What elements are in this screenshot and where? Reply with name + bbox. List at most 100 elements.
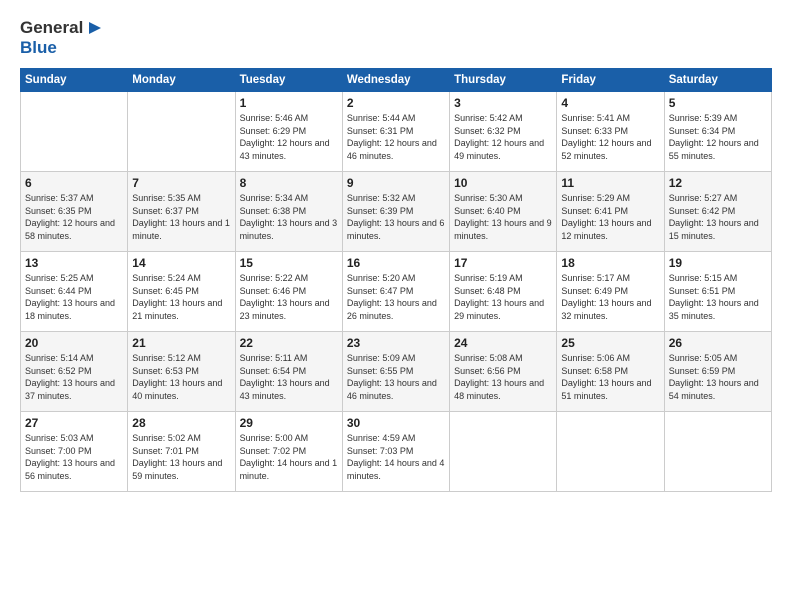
calendar-body: 1Sunrise: 5:46 AMSunset: 6:29 PMDaylight… <box>21 92 772 492</box>
day-info: Sunrise: 5:41 AMSunset: 6:33 PMDaylight:… <box>561 112 659 162</box>
day-info: Sunrise: 5:08 AMSunset: 6:56 PMDaylight:… <box>454 352 552 402</box>
day-info: Sunrise: 5:34 AMSunset: 6:38 PMDaylight:… <box>240 192 338 242</box>
weekday-header-thursday: Thursday <box>450 69 557 92</box>
logo: General Blue <box>20 18 101 58</box>
day-info: Sunrise: 5:17 AMSunset: 6:49 PMDaylight:… <box>561 272 659 322</box>
day-number: 23 <box>347 336 445 350</box>
calendar-cell: 20 Sunrise: 5:14 AMSunset: 6:52 PMDayligh… <box>21 332 128 412</box>
day-number: 24 <box>454 336 552 350</box>
calendar-cell: 3 Sunrise: 5:42 AMSunset: 6:32 PMDaylight… <box>450 92 557 172</box>
day-number: 14 <box>132 256 230 270</box>
day-number: 29 <box>240 416 338 430</box>
day-number: 4 <box>561 96 659 110</box>
day-info: Sunrise: 5:42 AMSunset: 6:32 PMDaylight:… <box>454 112 552 162</box>
day-number: 18 <box>561 256 659 270</box>
day-info: Sunrise: 5:39 AMSunset: 6:34 PMDaylight:… <box>669 112 767 162</box>
day-number: 12 <box>669 176 767 190</box>
header: General Blue <box>20 18 772 58</box>
calendar-cell: 21Sunrise: 5:12 AMSunset: 6:53 PMDayligh… <box>128 332 235 412</box>
calendar-header: SundayMondayTuesdayWednesdayThursdayFrid… <box>21 69 772 92</box>
calendar-cell: 10 Sunrise: 5:30 AMSunset: 6:40 PMDayligh… <box>450 172 557 252</box>
calendar-cell: 9 Sunrise: 5:32 AMSunset: 6:39 PMDaylight… <box>342 172 449 252</box>
weekday-header-wednesday: Wednesday <box>342 69 449 92</box>
day-info: Sunrise: 5:14 AMSunset: 6:52 PMDaylight:… <box>25 352 123 402</box>
calendar-week-5: 27Sunrise: 5:03 AMSunset: 7:00 PMDayligh… <box>21 412 772 492</box>
day-number: 1 <box>240 96 338 110</box>
day-number: 25 <box>561 336 659 350</box>
day-info: Sunrise: 5:06 AMSunset: 6:58 PMDaylight:… <box>561 352 659 402</box>
weekday-header-sunday: Sunday <box>21 69 128 92</box>
day-info: Sunrise: 5:20 AMSunset: 6:47 PMDaylight:… <box>347 272 445 322</box>
calendar-week-4: 20 Sunrise: 5:14 AMSunset: 6:52 PMDayligh… <box>21 332 772 412</box>
day-info: Sunrise: 5:22 AMSunset: 6:46 PMDaylight:… <box>240 272 338 322</box>
logo-triangle-icon <box>85 20 101 36</box>
day-info: Sunrise: 5:02 AMSunset: 7:01 PMDaylight:… <box>132 432 230 482</box>
day-info: Sunrise: 5:09 AMSunset: 6:55 PMDaylight:… <box>347 352 445 402</box>
day-number: 5 <box>669 96 767 110</box>
day-number: 15 <box>240 256 338 270</box>
day-number: 7 <box>132 176 230 190</box>
day-number: 21 <box>132 336 230 350</box>
page: General Blue SundayMondayTuesdayWednesda… <box>0 0 792 612</box>
day-info: Sunrise: 5:19 AMSunset: 6:48 PMDaylight:… <box>454 272 552 322</box>
day-info: Sunrise: 5:05 AMSunset: 6:59 PMDaylight:… <box>669 352 767 402</box>
calendar-cell: 18 Sunrise: 5:17 AMSunset: 6:49 PMDayligh… <box>557 252 664 332</box>
calendar-cell: 23 Sunrise: 5:09 AMSunset: 6:55 PMDayligh… <box>342 332 449 412</box>
day-info: Sunrise: 5:35 AMSunset: 6:37 PMDaylight:… <box>132 192 230 242</box>
calendar-cell <box>664 412 771 492</box>
day-info: Sunrise: 5:30 AMSunset: 6:40 PMDaylight:… <box>454 192 552 242</box>
weekday-header-friday: Friday <box>557 69 664 92</box>
calendar-cell: 12 Sunrise: 5:27 AMSunset: 6:42 PMDayligh… <box>664 172 771 252</box>
calendar-week-1: 1Sunrise: 5:46 AMSunset: 6:29 PMDaylight… <box>21 92 772 172</box>
day-number: 13 <box>25 256 123 270</box>
calendar-week-2: 6 Sunrise: 5:37 AMSunset: 6:35 PMDaylight… <box>21 172 772 252</box>
day-info: Sunrise: 5:00 AMSunset: 7:02 PMDaylight:… <box>240 432 338 482</box>
day-number: 30 <box>347 416 445 430</box>
calendar-cell: 15 Sunrise: 5:22 AMSunset: 6:46 PMDayligh… <box>235 252 342 332</box>
calendar-cell: 19 Sunrise: 5:15 AMSunset: 6:51 PMDayligh… <box>664 252 771 332</box>
calendar-cell: 1Sunrise: 5:46 AMSunset: 6:29 PMDaylight… <box>235 92 342 172</box>
day-number: 10 <box>454 176 552 190</box>
day-info: Sunrise: 5:32 AMSunset: 6:39 PMDaylight:… <box>347 192 445 242</box>
day-number: 6 <box>25 176 123 190</box>
day-number: 19 <box>669 256 767 270</box>
calendar-cell <box>21 92 128 172</box>
calendar-cell: 26 Sunrise: 5:05 AMSunset: 6:59 PMDayligh… <box>664 332 771 412</box>
logo-general: General <box>20 18 83 38</box>
day-number: 8 <box>240 176 338 190</box>
logo-blue: Blue <box>20 38 57 57</box>
calendar-cell: 7 Sunrise: 5:35 AMSunset: 6:37 PMDaylight… <box>128 172 235 252</box>
calendar-cell: 17 Sunrise: 5:19 AMSunset: 6:48 PMDayligh… <box>450 252 557 332</box>
day-number: 3 <box>454 96 552 110</box>
calendar-cell: 16 Sunrise: 5:20 AMSunset: 6:47 PMDayligh… <box>342 252 449 332</box>
calendar-cell <box>557 412 664 492</box>
calendar-cell <box>128 92 235 172</box>
calendar-cell: 13Sunrise: 5:25 AMSunset: 6:44 PMDayligh… <box>21 252 128 332</box>
day-info: Sunrise: 5:15 AMSunset: 6:51 PMDaylight:… <box>669 272 767 322</box>
weekday-header-tuesday: Tuesday <box>235 69 342 92</box>
calendar-cell <box>450 412 557 492</box>
calendar-cell: 25 Sunrise: 5:06 AMSunset: 6:58 PMDayligh… <box>557 332 664 412</box>
day-number: 20 <box>25 336 123 350</box>
calendar-cell: 11Sunrise: 5:29 AMSunset: 6:41 PMDayligh… <box>557 172 664 252</box>
day-info: Sunrise: 5:44 AMSunset: 6:31 PMDaylight:… <box>347 112 445 162</box>
day-number: 27 <box>25 416 123 430</box>
day-info: Sunrise: 4:59 AMSunset: 7:03 PMDaylight:… <box>347 432 445 482</box>
day-number: 17 <box>454 256 552 270</box>
day-number: 22 <box>240 336 338 350</box>
calendar-cell: 14 Sunrise: 5:24 AMSunset: 6:45 PMDayligh… <box>128 252 235 332</box>
calendar-cell: 22Sunrise: 5:11 AMSunset: 6:54 PMDayligh… <box>235 332 342 412</box>
day-number: 9 <box>347 176 445 190</box>
calendar-cell: 24 Sunrise: 5:08 AMSunset: 6:56 PMDayligh… <box>450 332 557 412</box>
calendar-cell: 4 Sunrise: 5:41 AMSunset: 6:33 PMDaylight… <box>557 92 664 172</box>
day-info: Sunrise: 5:37 AMSunset: 6:35 PMDaylight:… <box>25 192 123 242</box>
day-info: Sunrise: 5:29 AMSunset: 6:41 PMDaylight:… <box>561 192 659 242</box>
weekday-row: SundayMondayTuesdayWednesdayThursdayFrid… <box>21 69 772 92</box>
day-number: 16 <box>347 256 445 270</box>
calendar-week-3: 13Sunrise: 5:25 AMSunset: 6:44 PMDayligh… <box>21 252 772 332</box>
day-number: 2 <box>347 96 445 110</box>
day-info: Sunrise: 5:24 AMSunset: 6:45 PMDaylight:… <box>132 272 230 322</box>
calendar-cell: 5 Sunrise: 5:39 AMSunset: 6:34 PMDaylight… <box>664 92 771 172</box>
day-info: Sunrise: 5:27 AMSunset: 6:42 PMDaylight:… <box>669 192 767 242</box>
day-number: 26 <box>669 336 767 350</box>
